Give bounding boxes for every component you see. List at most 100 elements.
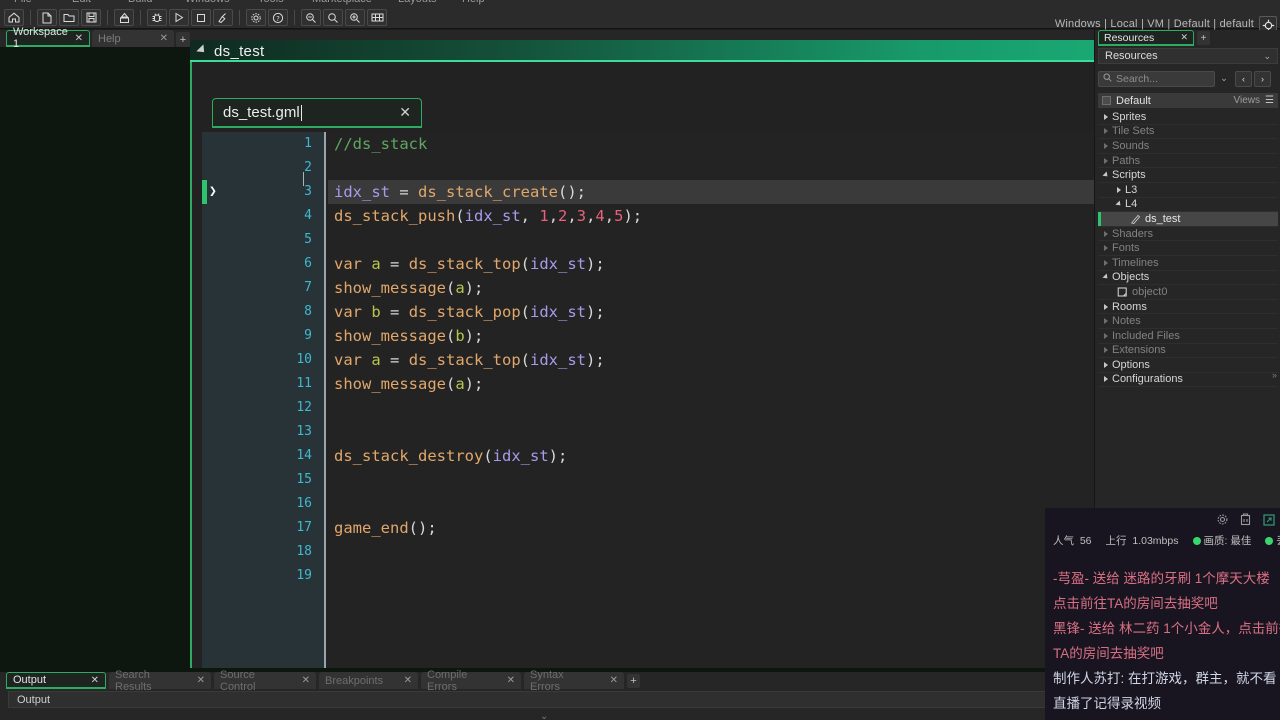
line-number[interactable]: 18 <box>296 540 312 564</box>
chevron-right-icon[interactable] <box>1104 142 1108 149</box>
resource-folder-sprites[interactable]: Sprites <box>1098 110 1278 125</box>
chevron-down-icon[interactable]: ⌄ <box>1263 51 1271 62</box>
close-icon[interactable]: ✕ <box>493 675 515 686</box>
nav-next-button[interactable]: › <box>1254 70 1271 87</box>
code-line[interactable] <box>328 420 1096 444</box>
stream-gift-message[interactable]: 黑锋- 送给 林二药 1个小金人，点击前往 <box>1053 616 1280 641</box>
file-tab-ds-test-gml[interactable]: ds_test.gml ✕ <box>212 98 422 128</box>
search-input[interactable]: Search... <box>1098 70 1215 87</box>
zoom-reset-icon[interactable] <box>323 9 343 26</box>
line-number[interactable]: 19 <box>296 564 312 588</box>
resource-folder-options[interactable]: Options <box>1098 358 1278 373</box>
dock-collapse-chevrons-icon[interactable]: ⌄ <box>540 711 548 720</box>
zoom-out-icon[interactable] <box>301 9 321 26</box>
search-filter-chevron-icon[interactable]: ⌄ <box>1215 73 1233 84</box>
line-number[interactable]: 8 <box>304 300 312 324</box>
close-icon[interactable]: ✕ <box>75 33 83 44</box>
export-icon[interactable] <box>114 9 134 26</box>
resource-folder-sounds[interactable]: Sounds <box>1098 139 1278 154</box>
resource-folder-l4[interactable]: L4 <box>1098 198 1278 213</box>
line-number[interactable]: 4 <box>304 204 312 228</box>
chevron-right-icon[interactable] <box>1104 376 1108 383</box>
line-number-gutter[interactable]: 1 2 ❯ 3 4 5 6 7 8 9 10 11 12 13 14 15 16 17 18 19 <box>202 132 326 668</box>
code-editor[interactable]: 1 2 ❯ 3 4 5 6 7 8 9 10 11 12 13 14 15 16 17 18 19 //ds_stac… <box>202 132 1096 668</box>
code-line[interactable]: game_end(); <box>328 516 1096 540</box>
code-line[interactable]: var a = ds_stack_top(idx_st); <box>328 348 1096 372</box>
line-number[interactable]: 16 <box>296 492 312 516</box>
resources-tab[interactable]: Resources ✕ <box>1098 30 1194 46</box>
resource-item-ds_test[interactable]: ds_test <box>1098 212 1278 227</box>
bottom-tab-search-results[interactable]: Search Results ✕ <box>109 669 211 693</box>
workspace-tab-1[interactable]: Workspace 1 ✕ <box>6 26 90 50</box>
line-number[interactable]: 11 <box>296 372 312 396</box>
nav-prev-button[interactable]: ‹ <box>1235 70 1252 87</box>
resource-folder-fonts[interactable]: Fonts <box>1098 241 1278 256</box>
line-number[interactable]: 7 <box>304 276 312 300</box>
bottom-tab-syntax-errors[interactable]: Syntax Errors ✕ <box>524 669 624 693</box>
new-file-icon[interactable] <box>37 9 57 26</box>
close-icon[interactable]: ✕ <box>390 675 412 686</box>
resource-folder-scripts[interactable]: Scripts <box>1098 168 1278 183</box>
resource-item-object0[interactable]: object0 <box>1098 285 1278 300</box>
resource-folder-paths[interactable]: Paths <box>1098 154 1278 169</box>
code-line[interactable]: show_message(a); <box>328 276 1096 300</box>
menu-bar[interactable]: File Edit Build Windows Tools Marketplac… <box>0 0 1280 7</box>
menu-item-windows[interactable]: Windows <box>185 0 230 5</box>
trash-icon[interactable] <box>1238 512 1253 527</box>
chevron-right-icon[interactable] <box>1104 230 1108 237</box>
open-folder-icon[interactable] <box>59 9 79 26</box>
layout-icon[interactable] <box>367 9 387 26</box>
code-line[interactable]: idx_st = ds_stack_create(); <box>328 180 1096 204</box>
line-number[interactable]: 5 <box>304 228 312 252</box>
code-line[interactable]: show_message(b); <box>328 324 1096 348</box>
code-line[interactable] <box>328 468 1096 492</box>
code-line[interactable] <box>328 564 1096 588</box>
line-number[interactable]: 2 <box>304 156 312 180</box>
script-window-titlebar[interactable]: ds_test <box>190 40 1094 62</box>
chevron-right-icon[interactable] <box>1104 113 1108 120</box>
menu-item-marketplace[interactable]: Marketplace <box>312 0 372 5</box>
current-line-marker[interactable] <box>202 180 207 204</box>
chevron-right-icon[interactable] <box>1117 186 1121 193</box>
code-line[interactable]: //ds_stack <box>328 132 1096 156</box>
menu-item-tools[interactable]: Tools <box>258 0 284 5</box>
code-line[interactable]: ds_stack_push(idx_st, 1,2,3,4,5); <box>328 204 1096 228</box>
resource-folder-tile-sets[interactable]: Tile Sets <box>1098 125 1278 140</box>
resource-folder-l3[interactable]: L3 <box>1098 183 1278 198</box>
menu-item-file[interactable]: File <box>14 0 32 5</box>
bottom-tab-compile-errors[interactable]: Compile Errors ✕ <box>421 669 521 693</box>
play-icon[interactable] <box>169 9 189 26</box>
menu-item-edit[interactable]: Edit <box>72 0 91 5</box>
stop-square-icon[interactable] <box>191 9 211 26</box>
resource-folder-objects[interactable]: Objects <box>1098 271 1278 286</box>
line-number[interactable]: 17 <box>296 516 312 540</box>
chevron-right-icon[interactable] <box>1104 332 1108 339</box>
gear-icon[interactable] <box>246 9 266 26</box>
chevron-right-icon[interactable] <box>1104 361 1108 368</box>
stream-gift-message[interactable]: TA的房间去抽奖吧 <box>1053 641 1280 666</box>
popout-icon[interactable] <box>1261 512 1276 527</box>
resource-folder-shaders[interactable]: Shaders <box>1098 227 1278 242</box>
line-number[interactable]: 15 <box>296 468 312 492</box>
code-line[interactable] <box>328 540 1096 564</box>
line-number[interactable]: 14 <box>296 444 312 468</box>
add-panel-button[interactable]: + <box>1197 31 1210 45</box>
stream-gift-message[interactable]: 点击前往TA的房间去抽奖吧 <box>1053 591 1280 616</box>
line-number[interactable]: 1 <box>304 132 312 156</box>
chevron-right-icon[interactable] <box>1104 303 1108 310</box>
resource-folder-configurations[interactable]: Configurations <box>1098 373 1278 388</box>
collapse-triangle-icon[interactable] <box>196 44 208 56</box>
broom-icon[interactable] <box>213 9 233 26</box>
line-number[interactable]: 10 <box>296 348 312 372</box>
stream-chat-message[interactable]: 直播了记得录视频 <box>1053 691 1280 716</box>
line-number[interactable]: 13 <box>296 420 312 444</box>
zoom-in-icon[interactable] <box>345 9 365 26</box>
close-icon[interactable]: ✕ <box>160 33 168 44</box>
views-label[interactable]: Views <box>1234 95 1261 106</box>
add-bottom-panel-button[interactable]: + <box>627 674 640 688</box>
panel-expand-chevrons-icon[interactable]: » <box>1272 370 1277 380</box>
save-icon[interactable] <box>81 9 101 26</box>
resource-folder-rooms[interactable]: Rooms <box>1098 300 1278 315</box>
gear-icon[interactable] <box>1215 512 1230 527</box>
resource-view-default-row[interactable]: Default Views ☰ <box>1098 93 1278 108</box>
